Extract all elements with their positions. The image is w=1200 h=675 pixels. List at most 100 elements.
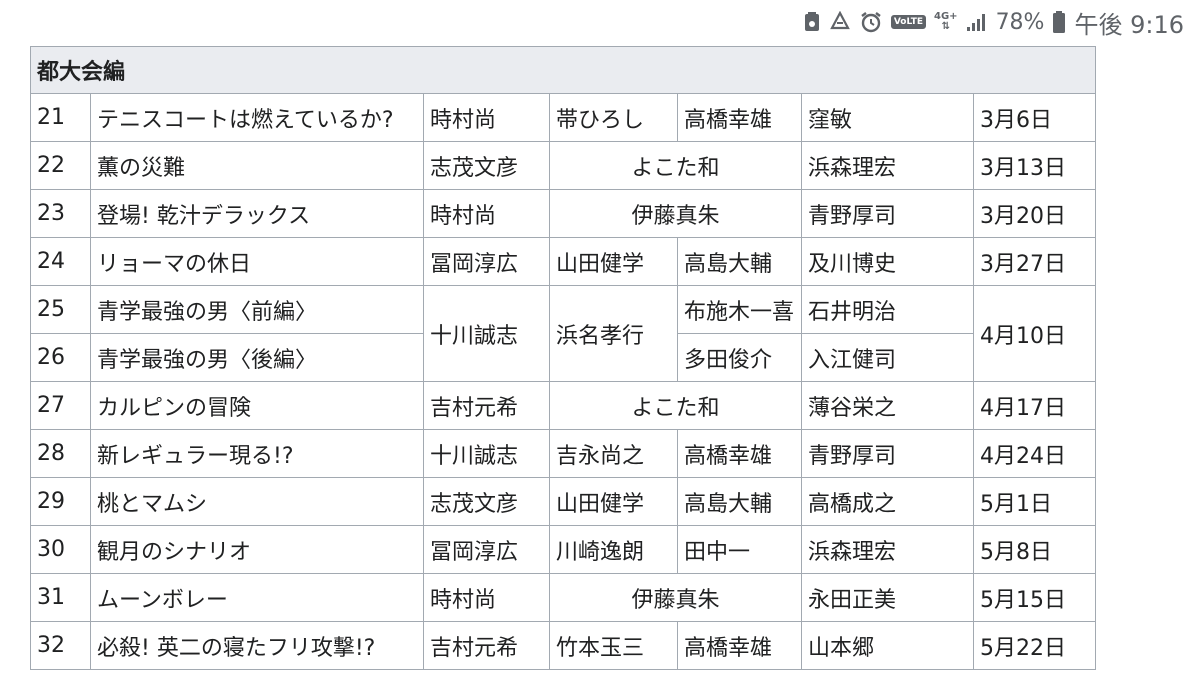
air-date: 4月17日 [972, 381, 1097, 430]
director: 高島大輔 [677, 237, 802, 286]
episode-number: 22 [30, 141, 91, 190]
air-date: 5月15日 [972, 573, 1097, 622]
storyboard: 吉永尚之 [549, 429, 678, 478]
air-date: 3月20日 [972, 189, 1097, 238]
storyboard: 山田健学 [549, 477, 678, 526]
air-date: 5月8日 [972, 525, 1097, 574]
episode-number: 21 [30, 93, 91, 142]
table-row: 32 必殺! 英二の寝たフリ攻撃!? 吉村元希 竹本玉三 高橋幸雄 山本郷 5月… [30, 621, 1097, 670]
storyboard-director: 伊藤真朱 [549, 189, 802, 238]
animation-director: 永田正美 [801, 573, 974, 622]
script-writer: 吉村元希 [423, 381, 550, 430]
episode-number: 30 [30, 525, 91, 574]
air-date: 3月27日 [972, 237, 1097, 286]
animation-director: 窪敏 [801, 93, 974, 142]
episode-number: 24 [30, 237, 91, 286]
animation-director: 青野厚司 [801, 189, 974, 238]
section-title: 都大会編 [29, 46, 1097, 94]
table-row: 21 テニスコートは燃えているか? 時村尚 帯ひろし 高橋幸雄 窪敏 3月6日 [30, 93, 1097, 142]
script-writer: 時村尚 [423, 93, 550, 142]
table-row: 28 新レギュラー現る!? 十川誠志 吉永尚之 高橋幸雄 青野厚司 4月24日 [30, 429, 1097, 478]
storyboard-director: 伊藤真朱 [549, 573, 802, 622]
animation-director: 山本郷 [801, 621, 974, 670]
section-header-row: 都大会編 [29, 46, 1097, 94]
air-date: 3月13日 [972, 141, 1097, 190]
table-row: 29 桃とマムシ 志茂文彦 山田健学 高島大輔 高橋成之 5月1日 [30, 477, 1097, 526]
animation-director: 及川博史 [801, 237, 974, 286]
episode-table: 都大会編 21 テニスコートは燃えているか? 時村尚 帯ひろし 高橋幸雄 窪敏 … [29, 46, 1097, 670]
animation-director: 入江健司 [801, 333, 974, 382]
episode-number: 27 [30, 381, 91, 430]
episode-title: カルピンの冒険 [90, 381, 424, 430]
episode-title: 桃とマムシ [90, 477, 424, 526]
script-writer: 志茂文彦 [423, 141, 550, 190]
table-row: 24 リョーマの休日 冨岡淳広 山田健学 高島大輔 及川博史 3月27日 [30, 237, 1097, 286]
animation-director: 青野厚司 [801, 429, 974, 478]
storyboard: 浜名孝行 [549, 285, 678, 382]
recycle-icon [829, 11, 851, 33]
volte-icon: VoLTE [890, 15, 927, 29]
episode-title: テニスコートは燃えているか? [90, 93, 424, 142]
table-row: 31 ムーンボレー 時村尚 伊藤真朱 永田正美 5月15日 [30, 573, 1097, 622]
battery-icon [1052, 10, 1066, 34]
battery-percent: 78% [995, 9, 1045, 35]
episode-title: 観月のシナリオ [90, 525, 424, 574]
animation-director: 石井明治 [801, 285, 974, 334]
save-icon [803, 11, 821, 33]
air-date: 5月1日 [972, 477, 1097, 526]
script-writer: 時村尚 [423, 573, 550, 622]
episode-title: ムーンボレー [90, 573, 424, 622]
episode-number: 32 [30, 621, 91, 670]
air-date: 5月22日 [972, 621, 1097, 670]
director: 田中一 [677, 525, 802, 574]
episode-title: 青学最強の男〈後編〉 [90, 333, 424, 382]
script-writer: 吉村元希 [423, 621, 550, 670]
signal-icon [966, 12, 988, 32]
clock: 午後 9:16 [1074, 10, 1184, 39]
status-bar: VoLTE 4G+ ⇅ 78% 午後 9:16 [0, 0, 1200, 44]
table-row: 23 登場! 乾汁デラックス 時村尚 伊藤真朱 青野厚司 3月20日 [30, 189, 1097, 238]
table-row: 22 薫の災難 志茂文彦 よこた和 浜森理宏 3月13日 [30, 141, 1097, 190]
table-row: 27 カルピンの冒険 吉村元希 よこた和 薄谷栄之 4月17日 [30, 381, 1097, 430]
episode-title: 登場! 乾汁デラックス [90, 189, 424, 238]
director: 高島大輔 [677, 477, 802, 526]
animation-director: 浜森理宏 [801, 141, 974, 190]
script-writer: 十川誠志 [423, 429, 550, 478]
script-writer: 十川誠志 [423, 285, 550, 382]
director: 高橋幸雄 [677, 93, 802, 142]
director: 高橋幸雄 [677, 621, 802, 670]
episode-number: 25 [30, 285, 91, 334]
script-writer: 志茂文彦 [423, 477, 550, 526]
animation-director: 浜森理宏 [801, 525, 974, 574]
storyboard: 竹本玉三 [549, 621, 678, 670]
episode-number: 29 [30, 477, 91, 526]
episode-number: 23 [30, 189, 91, 238]
air-date: 4月10日 [972, 285, 1097, 382]
storyboard-director: よこた和 [549, 141, 802, 190]
episode-title: 薫の災難 [90, 141, 424, 190]
storyboard: 山田健学 [549, 237, 678, 286]
animation-director: 高橋成之 [801, 477, 974, 526]
episode-title: 新レギュラー現る!? [90, 429, 424, 478]
alarm-icon [859, 10, 883, 34]
episode-number: 26 [30, 333, 91, 382]
episode-number: 28 [30, 429, 91, 478]
script-writer: 冨岡淳広 [423, 525, 550, 574]
script-writer: 冨岡淳広 [423, 237, 550, 286]
episode-number: 31 [30, 573, 91, 622]
network-4g-icon: 4G+ ⇅ [934, 11, 958, 32]
episode-title: 必殺! 英二の寝たフリ攻撃!? [90, 621, 424, 670]
script-writer: 時村尚 [423, 189, 550, 238]
storyboard-director: よこた和 [549, 381, 802, 430]
storyboard: 川崎逸朗 [549, 525, 678, 574]
storyboard: 帯ひろし [549, 93, 678, 142]
air-date: 3月6日 [972, 93, 1097, 142]
director: 多田俊介 [677, 333, 802, 382]
episode-title: リョーマの休日 [90, 237, 424, 286]
table-row: 30 観月のシナリオ 冨岡淳広 川崎逸朗 田中一 浜森理宏 5月8日 [30, 525, 1097, 574]
table-row: 25 青学最強の男〈前編〉 十川誠志 浜名孝行 布施木一喜 石井明治 4月10日 [30, 285, 1097, 382]
air-date: 4月24日 [972, 429, 1097, 478]
episode-title: 青学最強の男〈前編〉 [90, 285, 424, 334]
director: 布施木一喜 [677, 285, 802, 334]
episode-table-container: 都大会編 21 テニスコートは燃えているか? 時村尚 帯ひろし 高橋幸雄 窪敏 … [29, 46, 1097, 670]
